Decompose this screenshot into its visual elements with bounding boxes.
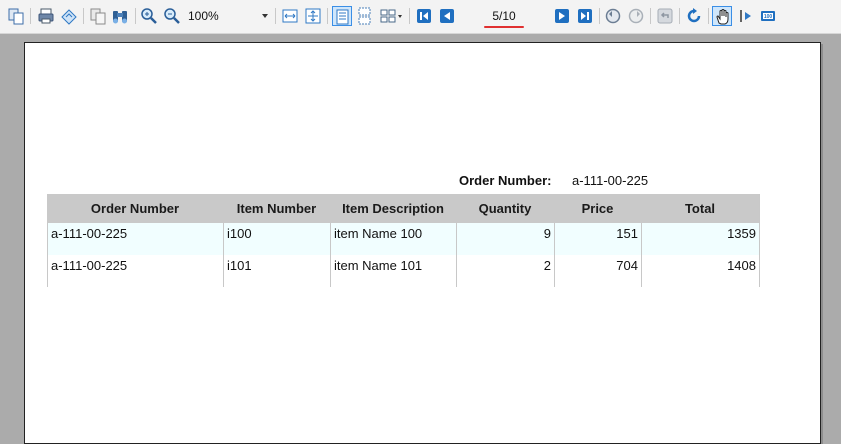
table-row: a-111-00-225 i100 item Name 100 9 151 13… bbox=[47, 223, 760, 255]
table-cell: 1408 bbox=[641, 255, 760, 287]
copy-page-icon[interactable] bbox=[6, 6, 26, 26]
last-page-icon[interactable] bbox=[575, 6, 595, 26]
first-page-icon[interactable] bbox=[414, 6, 434, 26]
order-number-value: a-111-00-225 bbox=[572, 173, 649, 188]
table-cell: 9 bbox=[456, 223, 554, 255]
print-icon[interactable] bbox=[36, 6, 56, 26]
page-number-input[interactable]: 5/10 bbox=[470, 7, 538, 28]
toolbar-separator bbox=[650, 8, 651, 24]
report-viewer-toolbar: 100% 5/10 100 bbox=[0, 0, 841, 34]
page-setup-icon[interactable] bbox=[59, 6, 79, 26]
table-cell: 2 bbox=[456, 255, 554, 287]
page-input-underline bbox=[484, 26, 524, 28]
toolbar-separator bbox=[275, 8, 276, 24]
zoom-select[interactable]: 100% bbox=[186, 7, 272, 25]
continuous-view-icon[interactable] bbox=[355, 6, 375, 26]
zoom-out-icon[interactable] bbox=[162, 6, 182, 26]
table-cell: item Name 100 bbox=[330, 223, 456, 255]
toolbar-separator bbox=[30, 8, 31, 24]
table-cell: i101 bbox=[223, 255, 330, 287]
column-header: Total bbox=[641, 194, 760, 223]
page-width-icon[interactable] bbox=[280, 6, 300, 26]
toolbar-separator bbox=[679, 8, 680, 24]
find-binoculars-icon[interactable] bbox=[110, 6, 130, 26]
report-page: Order Number: a-111-00-225 Order Number … bbox=[24, 42, 821, 444]
next-page-icon[interactable] bbox=[552, 6, 572, 26]
forward-icon[interactable] bbox=[626, 6, 646, 26]
table-header-row: Order Number Item Number Item Descriptio… bbox=[47, 194, 760, 223]
table-cell: a-111-00-225 bbox=[47, 255, 223, 287]
toolbar-separator bbox=[135, 8, 136, 24]
order-number-label: Order Number: bbox=[459, 173, 552, 188]
refresh-icon[interactable] bbox=[684, 6, 704, 26]
hand-tool-icon[interactable] bbox=[712, 6, 732, 26]
table-cell: 1359 bbox=[641, 223, 760, 255]
page-indicator: 5/10 bbox=[492, 9, 516, 23]
toolbar-separator bbox=[708, 8, 709, 24]
toolbar-separator bbox=[83, 8, 84, 24]
single-page-view-icon[interactable] bbox=[332, 6, 352, 26]
zoom-in-icon[interactable] bbox=[139, 6, 159, 26]
table-cell: item Name 101 bbox=[330, 255, 456, 287]
column-header: Quantity bbox=[478, 201, 532, 216]
column-header: Item Description bbox=[342, 201, 444, 216]
zoom-value: 100% bbox=[188, 9, 219, 23]
back-icon[interactable] bbox=[603, 6, 623, 26]
export-icon[interactable]: 100 bbox=[758, 6, 778, 26]
back-to-parent-icon[interactable] bbox=[655, 6, 675, 26]
toolbar-separator bbox=[327, 8, 328, 24]
table-cell: a-111-00-225 bbox=[47, 223, 223, 255]
chevron-down-icon bbox=[262, 14, 268, 18]
whole-page-icon[interactable] bbox=[303, 6, 323, 26]
column-header: Item Number bbox=[236, 201, 317, 216]
multi-page-view-icon[interactable] bbox=[378, 6, 404, 26]
previous-page-icon[interactable] bbox=[437, 6, 457, 26]
table-row: a-111-00-225 i101 item Name 101 2 704 14… bbox=[47, 255, 760, 287]
table-cell: i100 bbox=[223, 223, 330, 255]
table-cell: 704 bbox=[554, 255, 641, 287]
table-cell: 151 bbox=[554, 223, 641, 255]
select-tool-icon[interactable] bbox=[735, 6, 755, 26]
column-header: Price bbox=[581, 201, 614, 216]
svg-text:100: 100 bbox=[764, 14, 773, 20]
column-header: Order Number bbox=[90, 201, 180, 216]
toolbar-separator bbox=[409, 8, 410, 24]
copy-icon[interactable] bbox=[88, 6, 108, 26]
toolbar-separator bbox=[599, 8, 600, 24]
